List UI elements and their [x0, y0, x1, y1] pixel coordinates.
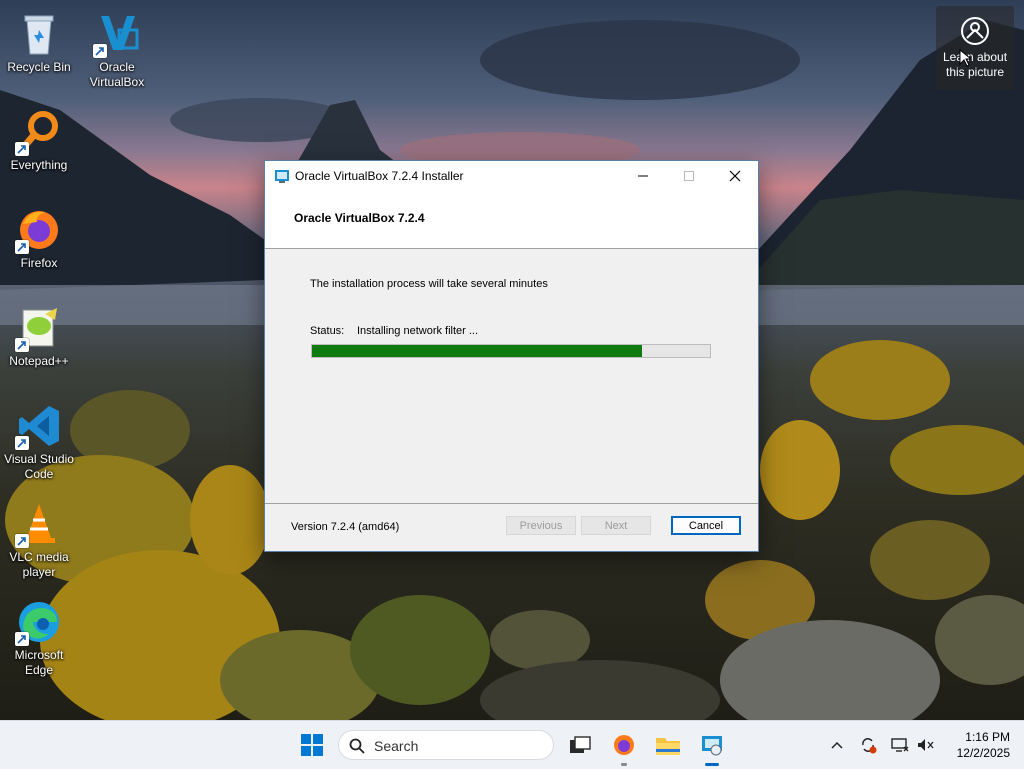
shortcut-arrow-icon: [15, 142, 29, 156]
firefox-icon: [614, 735, 634, 755]
desktop-icon-notepad-plus-plus[interactable]: Notepad++: [0, 304, 78, 369]
desktop-icon-label: Recycle Bin: [7, 60, 71, 74]
desktop-icon-label: Visual Studio Code: [4, 452, 74, 481]
minimize-button[interactable]: [620, 161, 666, 191]
sync-status-button[interactable]: [858, 735, 878, 755]
taskbar: Search 1:16 PM 12/2/2025: [0, 720, 1024, 769]
maximize-icon: [684, 171, 694, 181]
mouse-cursor-icon: [959, 49, 971, 67]
windows-start-icon: [301, 734, 323, 756]
virtualbox-installer-icon: [274, 168, 290, 184]
taskbar-file-explorer[interactable]: [652, 729, 684, 761]
sync-alert-icon: [862, 738, 877, 754]
camera-lens-icon: [960, 16, 990, 46]
taskbar-firefox[interactable]: [608, 729, 640, 766]
task-view-icon: [570, 736, 591, 753]
vlc-cone-icon: [15, 500, 63, 548]
maximize-button[interactable]: [666, 161, 712, 191]
status-label: Status:: [310, 325, 345, 337]
shortcut-arrow-icon: [93, 44, 107, 58]
window-title: Oracle VirtualBox 7.2.4 Installer: [295, 169, 464, 183]
install-message: The installation process will take sever…: [310, 278, 548, 290]
search-placeholder: Search: [374, 738, 419, 754]
clock-time: 1:16 PM: [965, 730, 1010, 744]
firefox-icon: [15, 206, 63, 254]
search-icon: [349, 738, 365, 754]
desktop-icon-label: Firefox: [20, 256, 58, 270]
progress-bar: [311, 344, 711, 358]
shortcut-arrow-icon: [15, 534, 29, 548]
edge-icon: [15, 598, 63, 646]
desktop-icon-label: Everything: [10, 158, 68, 172]
desktop-icon-firefox[interactable]: Firefox: [0, 206, 78, 271]
task-view-button[interactable]: [564, 729, 596, 761]
footer-divider: [265, 503, 758, 504]
desktop-icon-label: Microsoft Edge: [14, 648, 64, 677]
status-text: Installing network filter ...: [357, 325, 479, 337]
desktop-icon-label: Notepad++: [9, 354, 69, 368]
shortcut-arrow-icon: [15, 436, 29, 450]
title-bar[interactable]: Oracle VirtualBox 7.2.4 Installer: [265, 161, 758, 191]
minimize-icon: [638, 175, 648, 177]
learn-about-this-picture[interactable]: Learn about this picture: [936, 6, 1014, 90]
close-icon: [729, 170, 741, 182]
desktop-icon-label: Oracle VirtualBox: [89, 60, 145, 89]
shortcut-arrow-icon: [15, 240, 29, 254]
desktop-icon-oracle-virtualbox[interactable]: Oracle VirtualBox: [78, 10, 156, 90]
desktop-icon-label: VLC media player: [9, 550, 69, 579]
learn-about-label: Learn about this picture: [942, 50, 1008, 79]
active-app-indicator: [705, 763, 719, 766]
network-button[interactable]: [890, 735, 910, 755]
previous-button[interactable]: Previous: [506, 516, 576, 535]
progress-bar-fill: [312, 345, 643, 357]
virtualbox-installer-icon: [702, 736, 722, 756]
chevron-up-icon: [831, 741, 843, 749]
desktop-icon-everything[interactable]: Everything: [0, 108, 78, 173]
desktop-icon-recycle-bin[interactable]: Recycle Bin: [0, 10, 78, 75]
clock-date: 12/2/2025: [956, 746, 1010, 760]
installer-window: Oracle VirtualBox 7.2.4 Installer Oracle…: [265, 161, 758, 551]
show-hidden-icons-button[interactable]: [827, 735, 847, 755]
everything-search-icon: [15, 108, 63, 156]
folder-icon: [656, 738, 680, 755]
running-indicator: [621, 763, 627, 766]
taskbar-virtualbox-installer[interactable]: [696, 729, 728, 766]
desktop-icon-vscode[interactable]: Visual Studio Code: [0, 402, 78, 482]
shortcut-arrow-icon: [15, 338, 29, 352]
recycle-bin-icon: [15, 10, 63, 58]
version-label: Version 7.2.4 (amd64): [291, 521, 400, 533]
shortcut-arrow-icon: [15, 632, 29, 646]
network-disconnected-icon: [891, 738, 909, 752]
desktop-icon-microsoft-edge[interactable]: Microsoft Edge: [0, 598, 78, 678]
next-button[interactable]: Next: [581, 516, 651, 535]
installer-header: Oracle VirtualBox 7.2.4: [265, 191, 758, 249]
notepad-plus-plus-icon: [15, 304, 63, 352]
vscode-icon: [15, 402, 63, 450]
start-button[interactable]: [296, 729, 328, 761]
taskbar-search-box[interactable]: Search: [338, 730, 554, 760]
desktop-icon-vlc[interactable]: VLC media player: [0, 500, 78, 580]
installer-heading: Oracle VirtualBox 7.2.4: [294, 211, 425, 225]
virtualbox-icon: [93, 10, 141, 58]
volume-button[interactable]: [916, 735, 936, 755]
system-clock[interactable]: 1:16 PM 12/2/2025: [944, 729, 1010, 761]
close-button[interactable]: [712, 161, 758, 191]
speaker-muted-icon: [918, 739, 934, 751]
cancel-button[interactable]: Cancel: [671, 516, 741, 535]
